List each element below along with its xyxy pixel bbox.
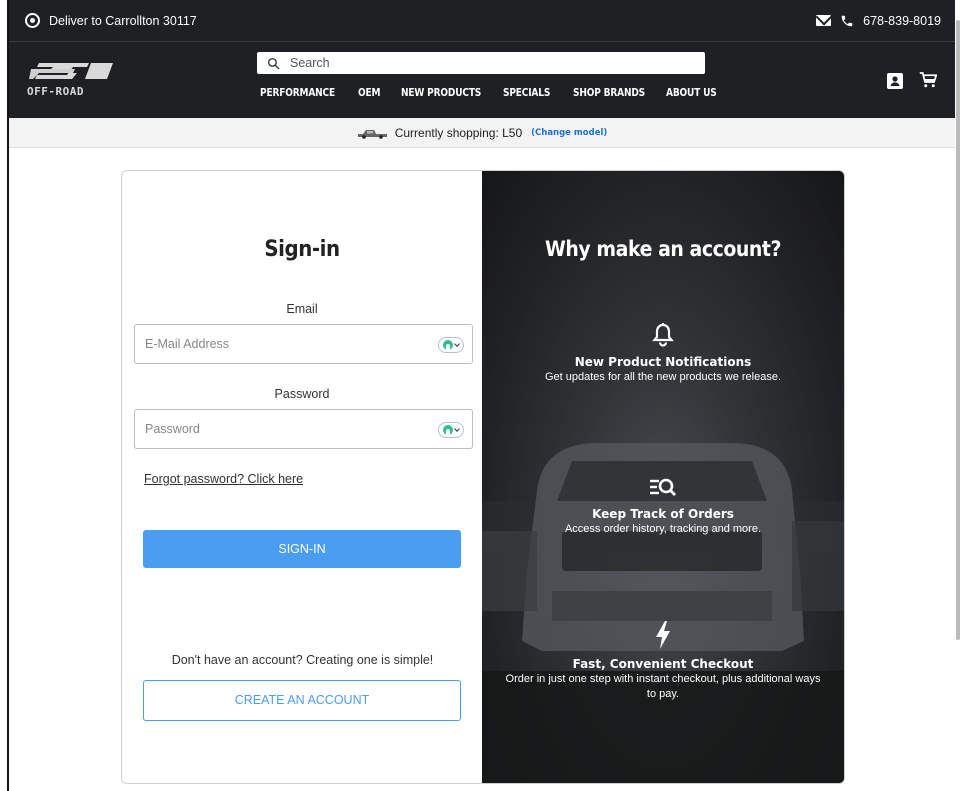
no-account-text: Don't have an account? Creating one is s… <box>171 653 434 667</box>
nav-new-products[interactable]: NEW PRODUCTS <box>401 87 499 99</box>
nav-performance[interactable]: PERFORMANCE <box>260 87 353 99</box>
z1-offroad-logo[interactable]: OFF-ROAD <box>27 59 115 101</box>
create-account-button[interactable]: CREATE AN ACCOUNT <box>143 680 461 721</box>
nav-specials[interactable]: SPECIALS <box>503 87 568 99</box>
scrollbar-thumb[interactable] <box>956 20 960 640</box>
email-field[interactable] <box>134 324 473 364</box>
benefit-title: Keep Track of Orders <box>592 507 734 521</box>
deliver-to-location[interactable]: Deliver to Carrollton 30117 <box>25 13 197 28</box>
truck-icon <box>357 127 389 139</box>
password-manager-icon[interactable] <box>438 337 464 353</box>
bell-icon <box>482 323 844 347</box>
nav-oem[interactable]: OEM <box>358 87 398 99</box>
header-icons <box>887 72 937 89</box>
signin-title: Sign-in <box>264 237 340 262</box>
signin-button[interactable]: SIGN-IN <box>143 530 461 568</box>
scrollbar[interactable] <box>955 0 961 791</box>
nav-about-us[interactable]: ABOUT US <box>666 87 735 99</box>
why-title: Why make an account? <box>545 237 781 261</box>
model-bar: Currently shopping: L50 (Change model) <box>9 118 955 148</box>
password-input[interactable] <box>145 422 425 436</box>
benefit-desc: Get updates for all the new products we … <box>544 371 782 383</box>
location-target-icon <box>25 13 40 28</box>
main-nav: PERFORMANCE OEM NEW PRODUCTS SPECIALS SH… <box>260 87 746 99</box>
search-icon[interactable] <box>267 57 280 70</box>
password-field[interactable] <box>134 409 473 449</box>
phone-number[interactable]: 678-839-8019 <box>863 14 941 28</box>
utility-bar: Deliver to Carrollton 30117 678-839-8019 <box>9 0 955 42</box>
mail-icon[interactable] <box>816 15 832 26</box>
benefit-title: Fast, Convenient Checkout <box>572 657 754 671</box>
signin-pane: Sign-in Email Password Forgot password? … <box>122 171 482 783</box>
svg-text:OFF-ROAD: OFF-ROAD <box>27 85 84 98</box>
search-bar[interactable] <box>257 52 705 74</box>
email-input[interactable] <box>145 337 425 351</box>
deliver-text: Deliver to Carrollton 30117 <box>49 13 197 28</box>
benefit-title: New Product Notifications <box>574 355 752 369</box>
window-frame <box>0 0 9 791</box>
password-label: Password <box>274 387 330 401</box>
benefit-checkout: Fast, Convenient Checkout Order in just … <box>482 621 844 702</box>
signin-card: Sign-in Email Password Forgot password? … <box>121 170 845 784</box>
account-icon[interactable] <box>887 72 903 89</box>
page: Deliver to Carrollton 30117 678-839-8019… <box>9 0 955 791</box>
password-manager-icon[interactable] <box>438 422 464 438</box>
cart-icon[interactable] <box>919 72 937 89</box>
email-label: Email <box>286 302 318 316</box>
why-account-pane: Why make an account? New Product Notific… <box>482 171 844 783</box>
benefit-orders: Keep Track of Orders Access order histor… <box>482 477 844 537</box>
order-search-icon <box>482 477 844 499</box>
phone-icon <box>840 14 854 28</box>
benefit-notifications: New Product Notifications Get updates fo… <box>482 323 844 385</box>
main-header: OFF-ROAD PERFORMANCE OEM NEW PRODUCTS SP… <box>9 42 955 118</box>
nav-shop-brands[interactable]: SHOP BRANDS <box>573 87 663 99</box>
forgot-password-link[interactable]: Forgot password? Click here <box>144 472 303 486</box>
contact-info: 678-839-8019 <box>816 14 941 28</box>
benefit-desc: Access order history, tracking and more. <box>564 523 762 535</box>
benefit-desc: Order in just one step with instant chec… <box>505 673 821 700</box>
currently-shopping-text: Currently shopping: L50 <box>394 125 523 140</box>
search-input[interactable] <box>290 56 670 70</box>
lightning-icon <box>482 621 844 649</box>
change-model-link[interactable]: (Change model) <box>531 128 607 138</box>
